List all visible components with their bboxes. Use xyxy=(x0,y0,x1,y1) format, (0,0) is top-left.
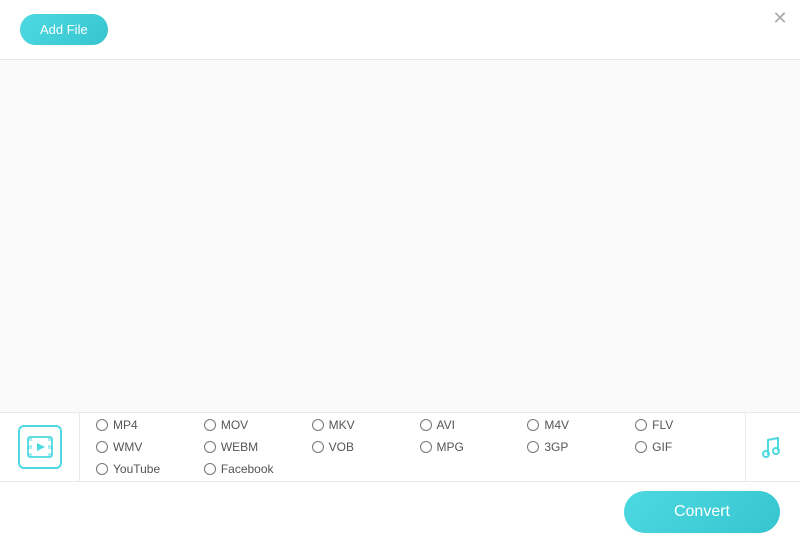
format-label-mkv: MKV xyxy=(329,418,355,432)
format-radio-gif[interactable] xyxy=(635,441,647,453)
format-option-flv[interactable]: FLV xyxy=(629,415,735,435)
format-option-3gp[interactable]: 3GP xyxy=(521,437,627,457)
format-label-wmv: WMV xyxy=(113,440,142,454)
format-label-facebook: Facebook xyxy=(221,462,274,476)
format-radio-avi[interactable] xyxy=(420,419,432,431)
content-area xyxy=(0,60,800,412)
format-bar: MP4 MOV MKV AVI M4V FLV WMV WEBM xyxy=(0,412,800,482)
format-option-mov[interactable]: MOV xyxy=(198,415,304,435)
add-file-button[interactable]: Add File xyxy=(20,14,108,45)
format-label-m4v: M4V xyxy=(544,418,569,432)
format-option-facebook[interactable]: Facebook xyxy=(198,459,304,479)
format-label-mp4: MP4 xyxy=(113,418,138,432)
format-label-webm: WEBM xyxy=(221,440,258,454)
format-option-avi[interactable]: AVI xyxy=(414,415,520,435)
format-label-mpg: MPG xyxy=(437,440,464,454)
format-radio-facebook[interactable] xyxy=(204,463,216,475)
format-option-webm[interactable]: WEBM xyxy=(198,437,304,457)
format-option-youtube[interactable]: YouTube xyxy=(90,459,196,479)
format-radio-m4v[interactable] xyxy=(527,419,539,431)
format-label-vob: VOB xyxy=(329,440,354,454)
format-label-3gp: 3GP xyxy=(544,440,568,454)
format-label-youtube: YouTube xyxy=(113,462,160,476)
video-icon-container xyxy=(0,412,80,482)
toolbar: Add File xyxy=(0,0,800,60)
format-radio-flv[interactable] xyxy=(635,419,647,431)
format-radio-mpg[interactable] xyxy=(420,441,432,453)
format-option-gif[interactable]: GIF xyxy=(629,437,735,457)
format-option-vob[interactable]: VOB xyxy=(306,437,412,457)
audio-icon-container xyxy=(745,412,800,482)
format-radio-3gp[interactable] xyxy=(527,441,539,453)
format-options: MP4 MOV MKV AVI M4V FLV WMV WEBM xyxy=(80,411,745,483)
format-label-mov: MOV xyxy=(221,418,248,432)
format-radio-mp4[interactable] xyxy=(96,419,108,431)
format-radio-vob[interactable] xyxy=(312,441,324,453)
format-option-mkv[interactable]: MKV xyxy=(306,415,412,435)
format-label-gif: GIF xyxy=(652,440,672,454)
format-radio-mov[interactable] xyxy=(204,419,216,431)
format-radio-wmv[interactable] xyxy=(96,441,108,453)
format-radio-mkv[interactable] xyxy=(312,419,324,431)
video-icon-box xyxy=(18,425,62,469)
format-option-mpg[interactable]: MPG xyxy=(414,437,520,457)
format-option-wmv[interactable]: WMV xyxy=(90,437,196,457)
format-radio-youtube[interactable] xyxy=(96,463,108,475)
convert-button[interactable]: Convert xyxy=(624,491,780,533)
format-option-m4v[interactable]: M4V xyxy=(521,415,627,435)
action-bar: Convert xyxy=(0,482,800,542)
format-option-mp4[interactable]: MP4 xyxy=(90,415,196,435)
format-label-flv: FLV xyxy=(652,418,673,432)
format-radio-webm[interactable] xyxy=(204,441,216,453)
format-label-avi: AVI xyxy=(437,418,455,432)
